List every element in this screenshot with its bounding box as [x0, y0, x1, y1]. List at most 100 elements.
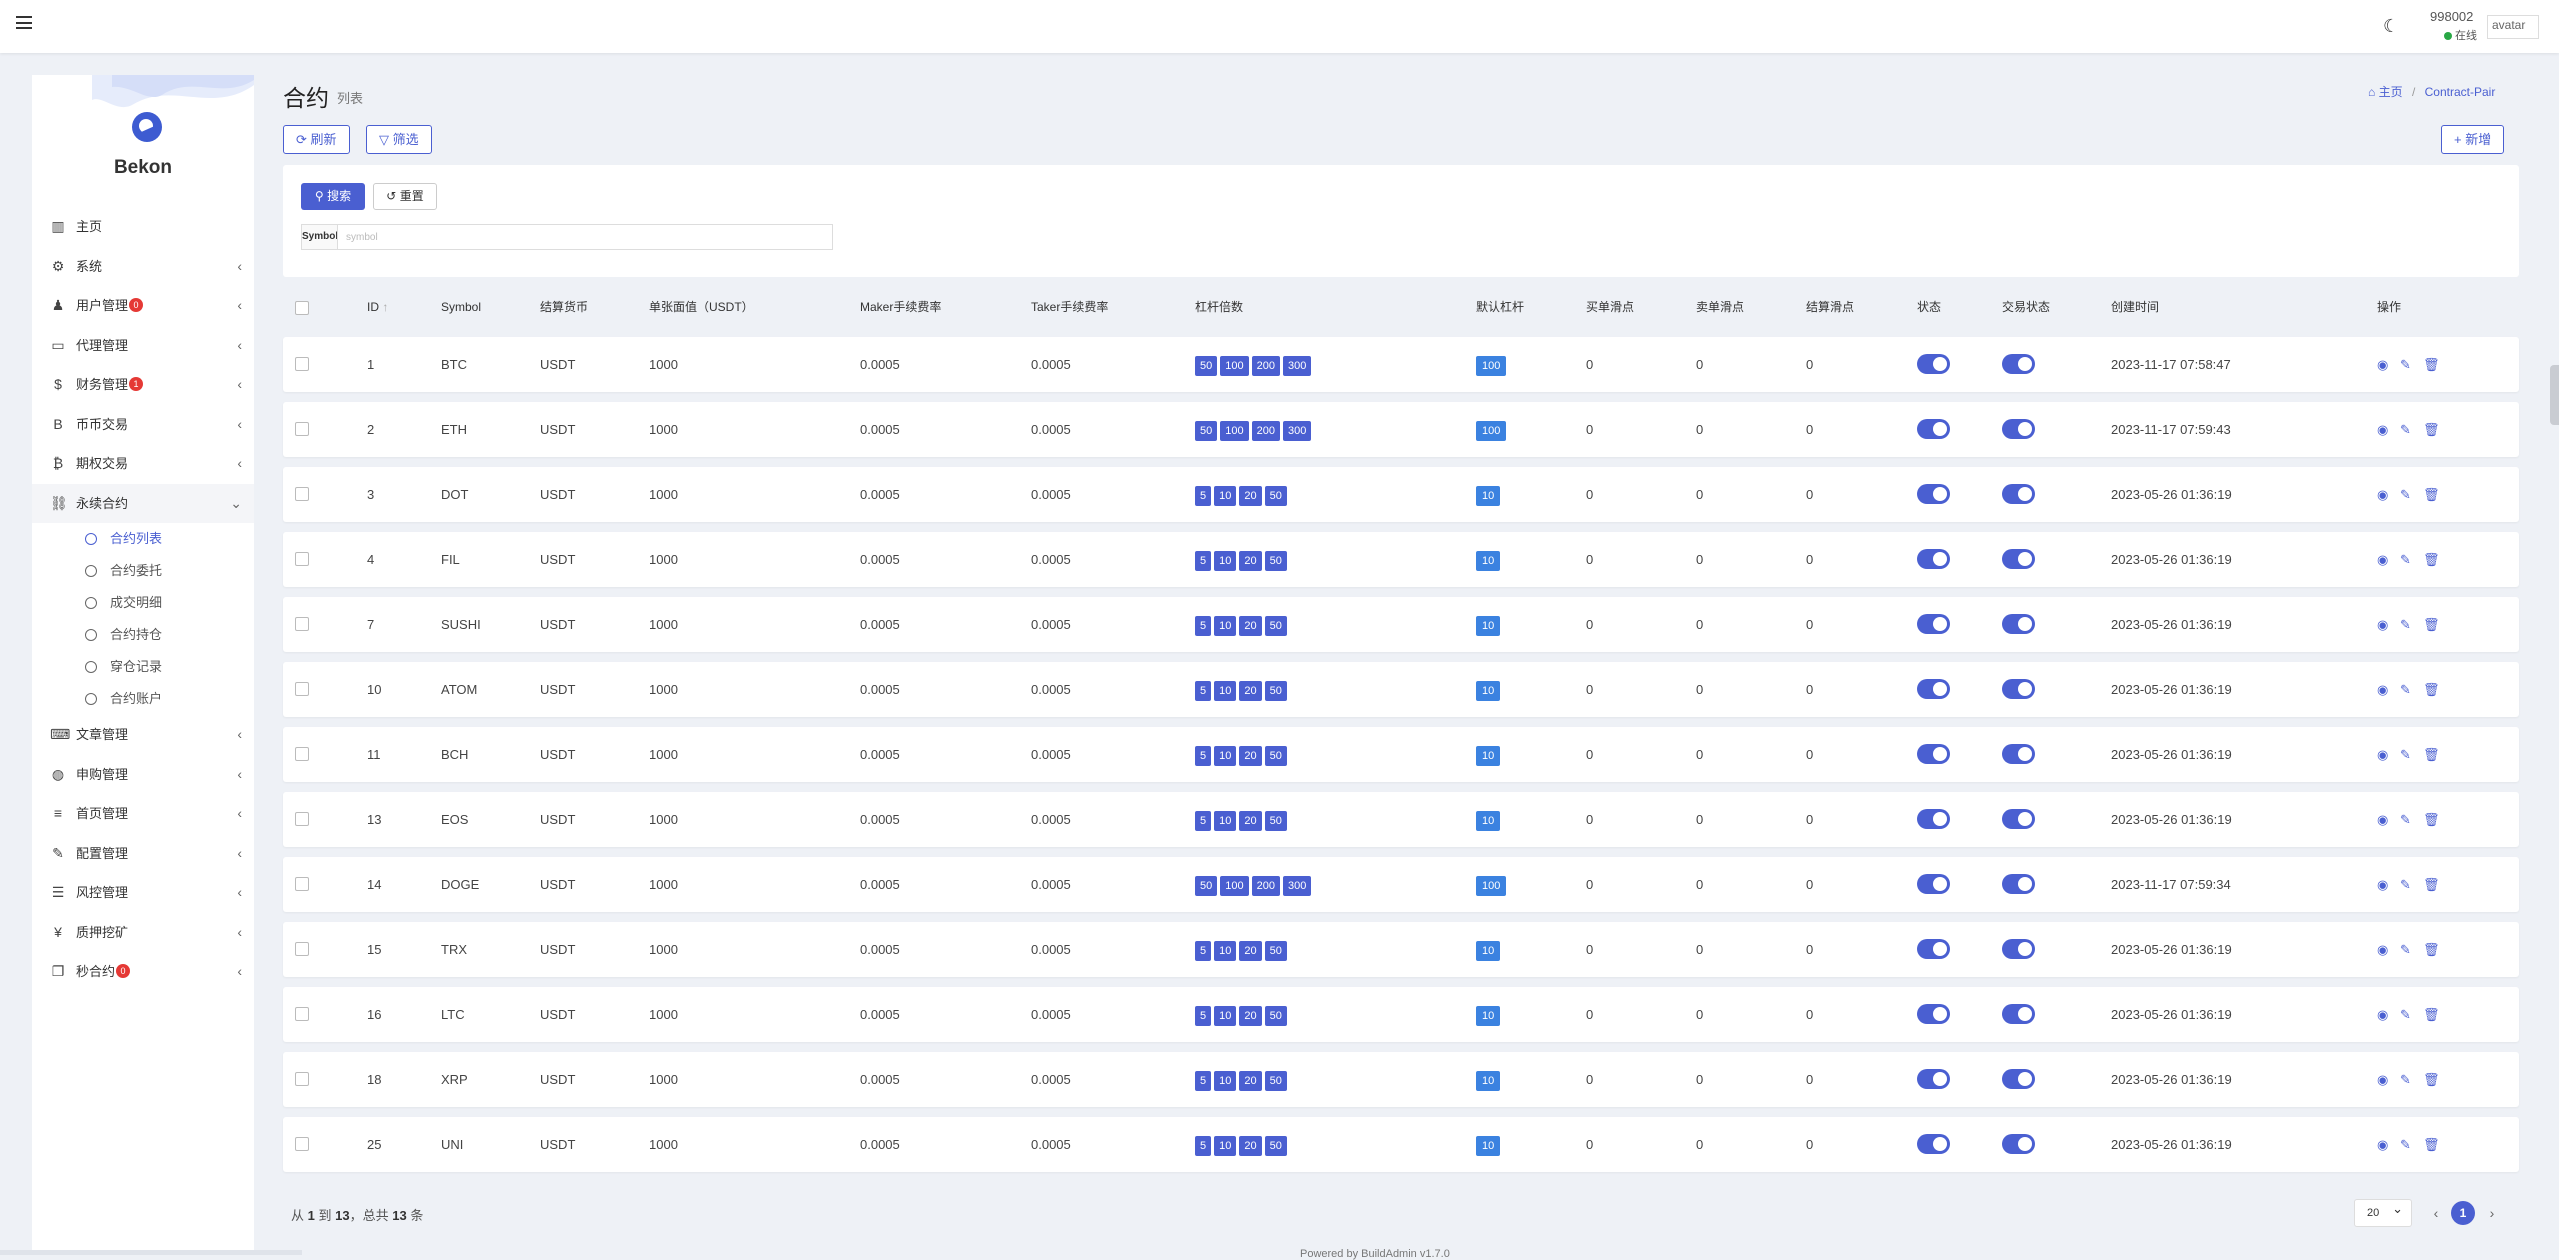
trade-status-toggle[interactable] — [2002, 874, 2035, 894]
sidebar-item-main-2[interactable]: ♟ 用户管理 0 ‹ — [32, 286, 254, 326]
sidebar-subitem-0[interactable]: 合约列表 — [32, 523, 254, 555]
delete-trash-icon[interactable]: 🗑 — [2423, 727, 2440, 782]
th-id[interactable]: ID ↑ — [367, 287, 388, 327]
trade-status-toggle[interactable] — [2002, 744, 2035, 764]
sidebar-item-after-4[interactable]: ☰ 风控管理 ‹ — [32, 873, 254, 913]
delete-trash-icon[interactable]: 🗑 — [2423, 857, 2440, 912]
menu-toggle-icon[interactable] — [16, 16, 32, 29]
delete-trash-icon[interactable]: 🗑 — [2423, 337, 2440, 392]
view-eye-icon[interactable]: ◉ — [2377, 857, 2388, 912]
sidebar-subitem-5[interactable]: 合约账户 — [32, 683, 254, 715]
prev-page-icon[interactable]: ‹ — [2424, 1201, 2448, 1225]
view-eye-icon[interactable]: ◉ — [2377, 1052, 2388, 1107]
edit-pencil-icon[interactable]: ✎ — [2400, 402, 2411, 457]
view-eye-icon[interactable]: ◉ — [2377, 662, 2388, 717]
view-eye-icon[interactable]: ◉ — [2377, 467, 2388, 522]
sidebar-subitem-1[interactable]: 合约委托 — [32, 555, 254, 587]
page-size-select[interactable]: 20 — [2354, 1196, 2412, 1227]
row-checkbox[interactable] — [295, 747, 309, 761]
view-eye-icon[interactable]: ◉ — [2377, 337, 2388, 392]
sidebar-item-main-6[interactable]: ₿ 期权交易 ‹ — [32, 444, 254, 484]
status-toggle[interactable] — [1917, 549, 1950, 569]
sidebar-item-main-1[interactable]: ⚙ 系统 ‹ — [32, 247, 254, 287]
edit-pencil-icon[interactable]: ✎ — [2400, 662, 2411, 717]
sidebar-subitem-2[interactable]: 成交明细 — [32, 587, 254, 619]
trade-status-toggle[interactable] — [2002, 614, 2035, 634]
view-eye-icon[interactable]: ◉ — [2377, 987, 2388, 1042]
status-toggle[interactable] — [1917, 354, 1950, 374]
row-checkbox[interactable] — [295, 942, 309, 956]
delete-trash-icon[interactable]: 🗑 — [2423, 1117, 2440, 1172]
edit-pencil-icon[interactable]: ✎ — [2400, 792, 2411, 847]
reset-button[interactable]: ↺ 重置 — [373, 183, 437, 210]
delete-trash-icon[interactable]: 🗑 — [2423, 922, 2440, 977]
row-checkbox[interactable] — [295, 422, 309, 436]
row-checkbox[interactable] — [295, 617, 309, 631]
row-checkbox[interactable] — [295, 357, 309, 371]
sidebar-item-after-6[interactable]: ❐ 秒合约 0 ‹ — [32, 952, 254, 992]
trade-status-toggle[interactable] — [2002, 1069, 2035, 1089]
status-toggle[interactable] — [1917, 614, 1950, 634]
row-checkbox[interactable] — [295, 1137, 309, 1151]
sidebar-subitem-4[interactable]: 穿仓记录 — [32, 651, 254, 683]
filter-button[interactable]: ▽ 筛选 — [366, 125, 432, 154]
row-checkbox[interactable] — [295, 552, 309, 566]
trade-status-toggle[interactable] — [2002, 549, 2035, 569]
next-page-icon[interactable]: › — [2480, 1201, 2504, 1225]
status-toggle[interactable] — [1917, 744, 1950, 764]
edit-pencil-icon[interactable]: ✎ — [2400, 467, 2411, 522]
delete-trash-icon[interactable]: 🗑 — [2423, 1052, 2440, 1107]
dark-mode-moon-icon[interactable]: ☾ — [2383, 16, 2403, 36]
trade-status-toggle[interactable] — [2002, 679, 2035, 699]
view-eye-icon[interactable]: ◉ — [2377, 1117, 2388, 1172]
sidebar-item-after-2[interactable]: ≡ 首页管理 ‹ — [32, 794, 254, 834]
trade-status-toggle[interactable] — [2002, 354, 2035, 374]
row-checkbox[interactable] — [295, 812, 309, 826]
trade-status-toggle[interactable] — [2002, 1004, 2035, 1024]
sidebar-item-main-7[interactable]: ⛓ 永续合约 ⌄ — [32, 483, 254, 523]
sidebar-item-main-3[interactable]: ▭ 代理管理 ‹ — [32, 326, 254, 366]
home-icon[interactable]: ⌂ — [2368, 85, 2375, 99]
edit-pencil-icon[interactable]: ✎ — [2400, 987, 2411, 1042]
trade-status-toggle[interactable] — [2002, 484, 2035, 504]
page-button-current[interactable]: 1 — [2451, 1201, 2475, 1225]
row-checkbox[interactable] — [295, 487, 309, 501]
status-toggle[interactable] — [1917, 484, 1950, 504]
edit-pencil-icon[interactable]: ✎ — [2400, 1052, 2411, 1107]
status-toggle[interactable] — [1917, 1134, 1950, 1154]
status-toggle[interactable] — [1917, 874, 1950, 894]
row-checkbox[interactable] — [295, 682, 309, 696]
status-toggle[interactable] — [1917, 939, 1950, 959]
view-eye-icon[interactable]: ◉ — [2377, 727, 2388, 782]
view-eye-icon[interactable]: ◉ — [2377, 792, 2388, 847]
delete-trash-icon[interactable]: 🗑 — [2423, 467, 2440, 522]
sidebar-item-after-5[interactable]: ¥ 质押挖矿 ‹ — [32, 913, 254, 953]
edit-pencil-icon[interactable]: ✎ — [2400, 922, 2411, 977]
sidebar-item-main-5[interactable]: B 币币交易 ‹ — [32, 405, 254, 445]
search-button[interactable]: ⚲ 搜索 — [301, 183, 365, 210]
sidebar-item-after-0[interactable]: ⌨ 文章管理 ‹ — [32, 715, 254, 755]
trade-status-toggle[interactable] — [2002, 1134, 2035, 1154]
view-eye-icon[interactable]: ◉ — [2377, 532, 2388, 587]
row-checkbox[interactable] — [295, 1007, 309, 1021]
delete-trash-icon[interactable]: 🗑 — [2423, 662, 2440, 717]
refresh-button[interactable]: ⟳ 刷新 — [283, 125, 350, 154]
edit-pencil-icon[interactable]: ✎ — [2400, 532, 2411, 587]
edit-pencil-icon[interactable]: ✎ — [2400, 857, 2411, 912]
row-checkbox[interactable] — [295, 877, 309, 891]
edit-pencil-icon[interactable]: ✎ — [2400, 727, 2411, 782]
user-id[interactable]: 998002 — [2430, 9, 2473, 24]
view-eye-icon[interactable]: ◉ — [2377, 597, 2388, 652]
sidebar-item-main-0[interactable]: ▥ 主页 — [32, 207, 254, 247]
edit-pencil-icon[interactable]: ✎ — [2400, 1117, 2411, 1172]
sidebar-item-after-1[interactable]: ◍ 申购管理 ‹ — [32, 755, 254, 795]
status-toggle[interactable] — [1917, 419, 1950, 439]
edit-pencil-icon[interactable]: ✎ — [2400, 337, 2411, 392]
sidebar-item-main-4[interactable]: $ 财务管理 1 ‹ — [32, 365, 254, 405]
trade-status-toggle[interactable] — [2002, 419, 2035, 439]
delete-trash-icon[interactable]: 🗑 — [2423, 532, 2440, 587]
status-toggle[interactable] — [1917, 809, 1950, 829]
sidebar-item-after-3[interactable]: ✎ 配置管理 ‹ — [32, 834, 254, 874]
view-eye-icon[interactable]: ◉ — [2377, 402, 2388, 457]
avatar[interactable]: avatar — [2487, 15, 2539, 39]
